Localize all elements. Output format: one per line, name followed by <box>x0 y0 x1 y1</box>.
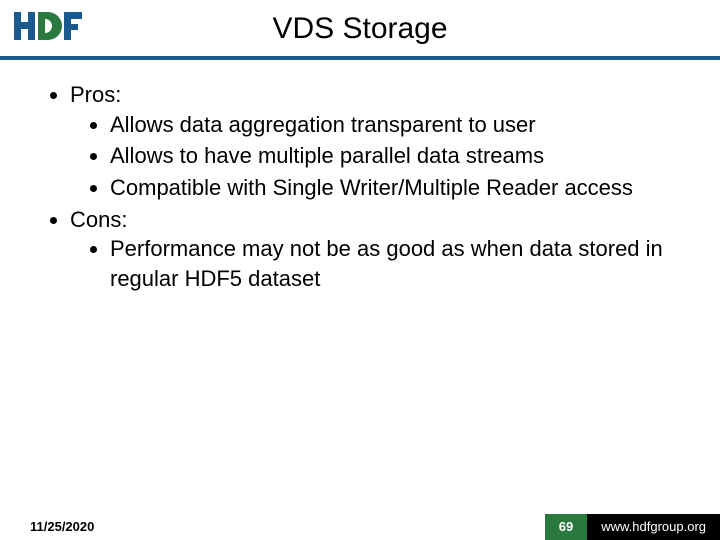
list-item: Performance may not be as good as when d… <box>110 234 680 293</box>
list-item: Allows data aggregation transparent to u… <box>110 110 680 140</box>
slide-footer: 11/25/2020 69 www.hdfgroup.org <box>0 514 720 540</box>
sub-list: Performance may not be as good as when d… <box>70 234 680 293</box>
list-item: Pros: Allows data aggregation transparen… <box>70 80 680 203</box>
list-item: Cons: Performance may not be as good as … <box>70 205 680 294</box>
footer-spacer <box>104 514 544 540</box>
list-item: Compatible with Single Writer/Multiple R… <box>110 173 680 203</box>
slide-body: Pros: Allows data aggregation transparen… <box>0 60 720 294</box>
slide-header: VDS Storage <box>0 0 720 60</box>
list-item: Allows to have multiple parallel data st… <box>110 141 680 171</box>
footer-page-number: 69 <box>545 514 587 540</box>
list-item-label: Cons: <box>70 207 127 232</box>
footer-url: www.hdfgroup.org <box>587 514 720 540</box>
bullet-list: Pros: Allows data aggregation transparen… <box>40 80 680 294</box>
hdf-logo-icon <box>14 10 84 46</box>
list-item-label: Pros: <box>70 82 121 107</box>
footer-date: 11/25/2020 <box>0 514 104 540</box>
sub-list: Allows data aggregation transparent to u… <box>70 110 680 203</box>
slide-title: VDS Storage <box>0 0 720 46</box>
